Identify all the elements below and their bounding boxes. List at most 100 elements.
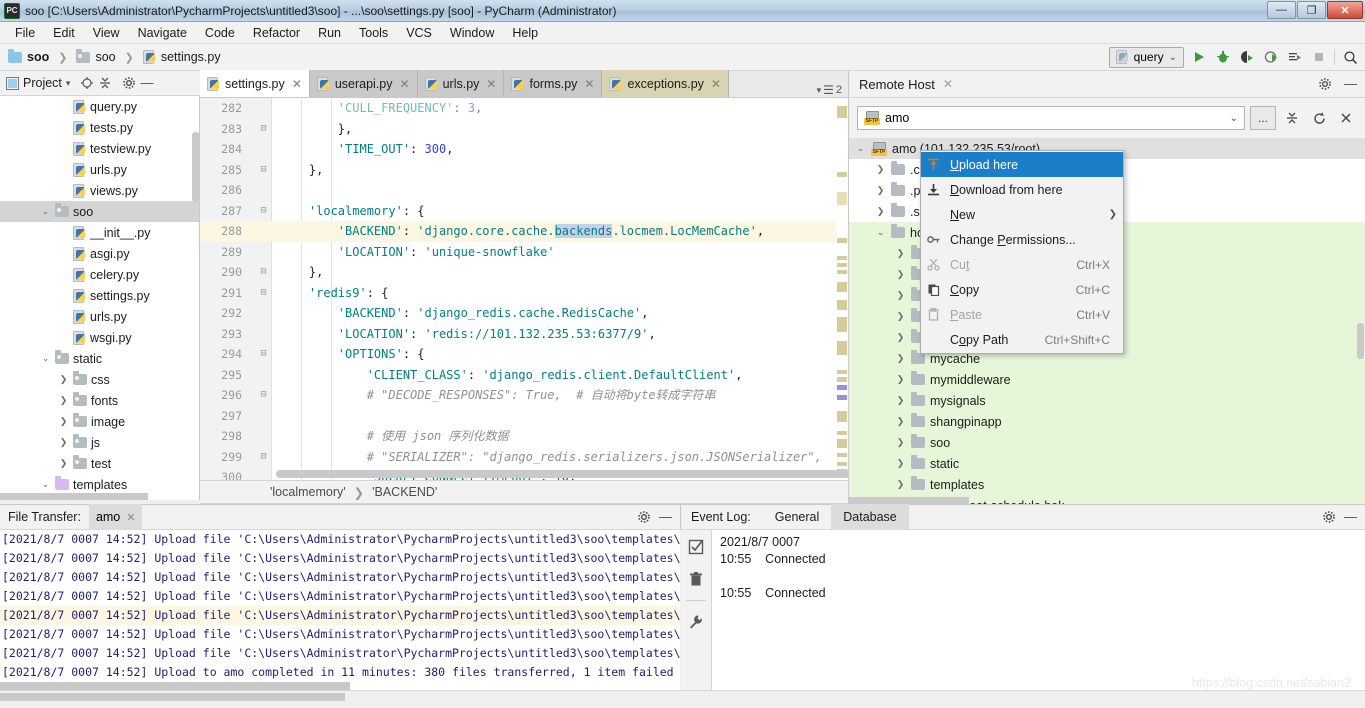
code-fold-icon[interactable]: ⊟: [258, 201, 269, 222]
status-hscrollbar[interactable]: [0, 693, 345, 701]
chevron-down-icon[interactable]: ⌄: [40, 479, 51, 490]
chevron-right-icon[interactable]: ❯: [895, 416, 906, 427]
project-tree-row[interactable]: views.py: [0, 180, 199, 201]
hide-panel-icon[interactable]: —: [1344, 77, 1365, 90]
chevron-right-icon[interactable]: ❯: [895, 395, 906, 406]
settings-gear-icon[interactable]: [1318, 77, 1336, 91]
settings-gear-icon[interactable]: [637, 510, 651, 524]
search-everywhere-icon[interactable]: [1341, 48, 1359, 66]
project-tree-row[interactable]: ⌄ soo: [0, 201, 199, 222]
context-menu-item-copy[interactable]: Copy Ctrl+C: [921, 277, 1123, 302]
chevron-right-icon[interactable]: ❯: [875, 185, 886, 196]
chevron-right-icon[interactable]: ❯: [875, 164, 886, 175]
editor-tab-userapi-py[interactable]: userapi.py ✕: [309, 70, 418, 97]
context-menu-item-download-from-here[interactable]: Download from here: [921, 177, 1123, 202]
menu-item-help[interactable]: Help: [503, 24, 547, 42]
project-tree-row[interactable]: ❯ js: [0, 432, 199, 453]
run-button[interactable]: [1190, 48, 1208, 66]
remote-tree-row[interactable]: ❯ mymiddleware: [849, 369, 1365, 390]
profile-button[interactable]: [1262, 48, 1280, 66]
close-icon[interactable]: ✕: [486, 77, 496, 91]
code-fold-icon[interactable]: ⊟: [258, 119, 269, 140]
project-tree-hscrollbar[interactable]: [0, 493, 148, 500]
remote-tree-row[interactable]: ❯ soo: [849, 432, 1365, 453]
editor-tab-settings-py[interactable]: settings.py ✕: [200, 70, 310, 97]
code-fold-icon[interactable]: ⊟: [258, 160, 269, 181]
code-fold-icon[interactable]: ⊟: [258, 283, 269, 304]
chevron-right-icon[interactable]: ❯: [58, 374, 69, 385]
project-tree-row[interactable]: celery.py: [0, 264, 199, 285]
chevron-right-icon[interactable]: ❯: [895, 437, 906, 448]
run-configuration-selector[interactable]: query ⌄: [1108, 46, 1184, 68]
project-tree-row[interactable]: tests.py: [0, 117, 199, 138]
close-icon[interactable]: ✕: [943, 77, 953, 91]
debug-button[interactable]: [1214, 48, 1232, 66]
project-tree-row[interactable]: urls.py: [0, 159, 199, 180]
chevron-right-icon[interactable]: ❯: [58, 395, 69, 406]
chevron-right-icon[interactable]: ❯: [895, 269, 906, 280]
chevron-right-icon[interactable]: ❯: [895, 353, 906, 364]
trash-icon[interactable]: [685, 568, 707, 590]
menu-item-view[interactable]: View: [84, 24, 129, 42]
remote-tree-row[interactable]: ❯ shangpinapp: [849, 411, 1365, 432]
chevron-right-icon[interactable]: ❯: [895, 332, 906, 343]
context-menu-item-upload-here[interactable]: Upload here: [921, 152, 1123, 177]
settings-wrench-icon[interactable]: [685, 611, 707, 633]
remote-host-context-menu[interactable]: Upload here Download from here New ❯ Change …: [920, 150, 1124, 354]
editor-breadcrumb-item[interactable]: 'localmemory': [270, 485, 346, 499]
project-tree-row[interactable]: wsgi.py: [0, 327, 199, 348]
chevron-right-icon[interactable]: ❯: [895, 248, 906, 259]
chevron-right-icon[interactable]: ❯: [58, 416, 69, 427]
project-tree-row[interactable]: ❯ image: [0, 411, 199, 432]
project-tree-row[interactable]: asgi.py: [0, 243, 199, 264]
chevron-down-icon[interactable]: ⌄: [40, 206, 51, 217]
chevron-right-icon[interactable]: ❯: [895, 290, 906, 301]
chevron-right-icon[interactable]: ❯: [875, 206, 886, 217]
editor-error-stripe[interactable]: [836, 98, 848, 480]
editor-tab-forms-py[interactable]: forms.py ✕: [504, 70, 603, 97]
close-icon[interactable]: ✕: [126, 511, 135, 524]
chevron-down-icon[interactable]: ⌄: [855, 143, 866, 154]
menu-item-navigate[interactable]: Navigate: [129, 24, 196, 42]
project-tree-row[interactable]: testview.py: [0, 138, 199, 159]
code-fold-icon[interactable]: ⊟: [258, 447, 269, 468]
code-editor[interactable]: 282 'CULL_FREQUENCY': 3, 283 ⊟ }, 284 'TIME…: [200, 98, 848, 480]
project-tree-row[interactable]: ❯ test: [0, 453, 199, 474]
menu-item-refactor[interactable]: Refactor: [244, 24, 309, 42]
close-button[interactable]: ✕: [1327, 1, 1363, 19]
event-log-tab-general[interactable]: General: [763, 504, 831, 530]
editor-tabs-overflow[interactable]: ▾ ☰ 2: [817, 83, 848, 97]
chevron-down-icon[interactable]: ⌄: [40, 353, 51, 364]
project-tree-row[interactable]: settings.py: [0, 285, 199, 306]
settings-gear-icon[interactable]: [1322, 510, 1336, 524]
breadcrumb-item-settings-py[interactable]: settings.py: [142, 50, 221, 64]
chevron-right-icon[interactable]: ❯: [58, 437, 69, 448]
menu-item-code[interactable]: Code: [196, 24, 244, 42]
editor-tab-exceptions-py[interactable]: exceptions.py ✕: [602, 70, 729, 97]
refresh-icon[interactable]: [1308, 107, 1330, 129]
context-menu-item-new[interactable]: New ❯: [921, 202, 1123, 227]
close-icon[interactable]: ✕: [400, 77, 410, 91]
remote-tree-row[interactable]: ❯ mysignals: [849, 390, 1365, 411]
chevron-right-icon[interactable]: ❯: [895, 458, 906, 469]
close-icon[interactable]: ✕: [292, 77, 302, 91]
project-tree-row[interactable]: query.py: [0, 96, 199, 117]
editor-hscrollbar[interactable]: [276, 470, 848, 478]
hide-panel-icon[interactable]: —: [659, 510, 672, 523]
project-tree[interactable]: query.py tests.py testview.py urls.py views.…: [0, 96, 200, 500]
code-fold-icon[interactable]: ⊟: [258, 385, 269, 406]
run-with-console-button[interactable]: [1286, 48, 1304, 66]
chevron-down-icon[interactable]: ⌄: [875, 227, 886, 238]
stop-button[interactable]: [1310, 48, 1328, 66]
editor-breadcrumb-item[interactable]: 'BACKEND': [372, 485, 437, 499]
menu-item-vcs[interactable]: VCS: [397, 24, 441, 42]
browse-servers-button[interactable]: ...: [1250, 106, 1276, 130]
mark-all-read-icon[interactable]: [685, 536, 707, 558]
project-tree-row[interactable]: ⌄ templates: [0, 474, 199, 495]
hide-panel-icon[interactable]: —: [140, 76, 153, 89]
collapse-all-icon[interactable]: [98, 76, 112, 90]
context-menu-item-copy-path[interactable]: Copy Path Ctrl+Shift+C: [921, 327, 1123, 352]
close-icon[interactable]: ✕: [711, 77, 721, 91]
menu-item-run[interactable]: Run: [309, 24, 350, 42]
minimize-button[interactable]: —: [1267, 1, 1296, 19]
